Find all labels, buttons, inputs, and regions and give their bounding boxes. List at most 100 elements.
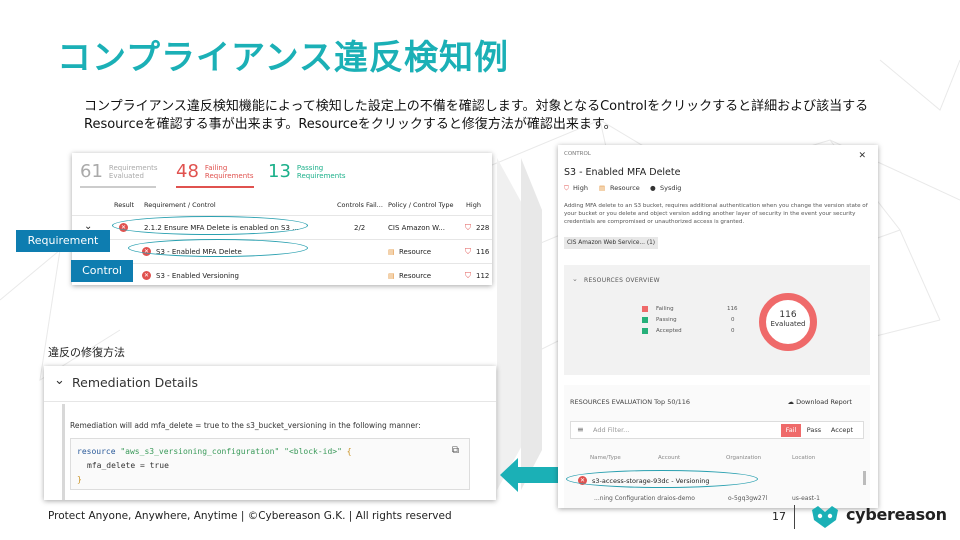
connector-shape bbox=[497, 158, 542, 490]
chevron-down-icon[interactable]: ⌄ bbox=[572, 275, 578, 283]
cybereason-logo-icon bbox=[812, 506, 838, 528]
severity-label: High bbox=[573, 184, 588, 192]
stat-failing[interactable]: 48 Failing Requirements bbox=[176, 161, 254, 182]
code-string: "<block-id>" bbox=[284, 447, 342, 456]
remediation-title[interactable]: Remediation Details bbox=[72, 375, 198, 390]
fail-filter-button[interactable]: Fail bbox=[781, 424, 801, 437]
donut-value: 116 bbox=[779, 310, 797, 320]
control-description: Adding MFA delete to an S3 bucket, requi… bbox=[564, 203, 868, 225]
resource-type-icon: ▤ bbox=[388, 272, 395, 280]
evaluated-label: Requirements bbox=[108, 163, 158, 172]
failing-underline bbox=[176, 186, 254, 188]
stat-passing[interactable]: 13 Passing Requirements bbox=[268, 161, 346, 182]
overview-title: RESOURCES OVERVIEW bbox=[584, 277, 660, 284]
col-severity[interactable]: High bbox=[466, 201, 481, 209]
slide-description: コンプライアンス違反検知機能によって検知した設定上の不備を確認します。対象となる… bbox=[84, 99, 869, 132]
resource-row-name[interactable]: ...ning Configuration draios-demo bbox=[594, 495, 695, 502]
download-label: Download Report bbox=[796, 398, 852, 406]
brand-name: cybereason bbox=[846, 505, 947, 524]
quote-bar bbox=[62, 404, 65, 500]
shield-icon: ⛉ bbox=[465, 223, 471, 232]
table-row[interactable]: ✕ S3 - Enabled Versioning ▤ Resource ⛉ 1… bbox=[72, 263, 492, 285]
remediation-card: ⌄ Remediation Details Remediation will a… bbox=[44, 366, 496, 500]
policy-value: Resource bbox=[399, 248, 432, 256]
copy-icon[interactable]: ⧉ bbox=[452, 445, 459, 456]
scrollbar[interactable] bbox=[863, 471, 866, 485]
legend-swatch-accepted bbox=[642, 328, 648, 334]
col-organization[interactable]: Organization bbox=[726, 455, 761, 461]
divider bbox=[44, 401, 496, 402]
donut-label: Evaluated bbox=[770, 320, 806, 328]
control-detail-panel: CONTROL ✕ S3 - Enabled MFA Delete ⛉ High… bbox=[558, 145, 878, 508]
filter-icon: ≡ bbox=[577, 425, 584, 434]
col-controls-failed[interactable]: Controls Fail... bbox=[337, 201, 383, 209]
shield-icon: ⛉ bbox=[564, 184, 569, 192]
highlight-oval-control bbox=[128, 239, 308, 257]
code-keyword: resource bbox=[77, 447, 116, 456]
legend-label: Passing bbox=[656, 317, 677, 323]
policy-chip[interactable]: CIS Amazon Web Service... (1) bbox=[564, 237, 659, 249]
fail-icon: ✕ bbox=[142, 271, 151, 280]
control-name[interactable]: S3 - Enabled Versioning bbox=[156, 272, 239, 280]
footer-divider bbox=[794, 505, 795, 529]
severity-count: 112 bbox=[476, 272, 490, 280]
failing-label: Failing bbox=[204, 163, 228, 172]
download-report-button[interactable]: ☁ Download Report bbox=[787, 398, 852, 406]
passing-label: Passing bbox=[296, 163, 324, 172]
filter-bar[interactable]: ≡ Add Filter... Fail Pass Accept bbox=[570, 421, 864, 439]
footer-text: Protect Anyone, Anywhere, Anytime | ©Cyb… bbox=[48, 510, 452, 522]
legend-swatch-failing bbox=[642, 306, 648, 312]
user-icon: ● bbox=[650, 184, 656, 192]
policy-value: CIS Amazon W... bbox=[388, 224, 445, 232]
severity-count: 228 bbox=[476, 224, 490, 232]
col-account[interactable]: Account bbox=[658, 455, 680, 461]
resource-row-org: o-5gq3gw27l bbox=[728, 495, 768, 502]
pass-filter-button[interactable]: Pass bbox=[803, 424, 825, 437]
arrow-left-icon bbox=[500, 458, 558, 492]
resources-evaluation: RESOURCES EVALUATION Top 50/116 ☁ Downlo… bbox=[564, 385, 870, 508]
resource-type-icon: ▤ bbox=[388, 248, 395, 256]
policy-value: Resource bbox=[399, 272, 432, 280]
evaluated-donut-chart: 116 Evaluated bbox=[759, 293, 817, 351]
slide-title: コンプライアンス違反検知例 bbox=[57, 38, 509, 78]
code-line: mfa_delete = true bbox=[87, 461, 169, 470]
slide: コンプライアンス違反検知例 コンプライアンス違反検知機能によって検知した設定上の… bbox=[0, 0, 960, 540]
passing-sub: Requirements bbox=[296, 171, 346, 180]
passing-count: 13 bbox=[268, 161, 291, 182]
legend-value: 116 bbox=[727, 306, 738, 312]
resource-row-location: us-east-1 bbox=[792, 495, 820, 502]
requirements-table-card: 61 Requirements Evaluated 48 Failing Requi… bbox=[72, 153, 492, 285]
highlight-oval-resource bbox=[566, 470, 758, 488]
shield-icon: ⛉ bbox=[465, 247, 471, 256]
legend-label: Accepted bbox=[656, 328, 682, 334]
control-title: S3 - Enabled MFA Delete bbox=[564, 167, 681, 178]
cloud-download-icon: ☁ bbox=[787, 398, 794, 406]
resource-type-icon: ▤ bbox=[599, 184, 606, 192]
filter-input[interactable]: Add Filter... bbox=[593, 426, 629, 434]
accept-filter-button[interactable]: Accept bbox=[827, 424, 857, 437]
chevron-down-icon[interactable]: ⌄ bbox=[54, 373, 65, 388]
col-result[interactable]: Result bbox=[114, 201, 134, 209]
col-requirement[interactable]: Requirement / Control bbox=[144, 201, 216, 209]
control-tag: Control bbox=[71, 260, 133, 282]
source-label: Sysdig bbox=[660, 184, 682, 192]
evaluated-sub: Evaluated bbox=[108, 171, 144, 180]
close-icon[interactable]: ✕ bbox=[858, 151, 866, 161]
shield-icon: ⛉ bbox=[465, 271, 471, 280]
stat-evaluated[interactable]: 61 Requirements Evaluated bbox=[80, 161, 158, 182]
legend-label: Failing bbox=[656, 306, 674, 312]
code-block[interactable]: resource "aws_s3_versioning_configuratio… bbox=[70, 438, 470, 490]
requirement-tag: Requirement bbox=[16, 230, 110, 252]
highlight-oval-requirement bbox=[112, 216, 308, 235]
col-name-type[interactable]: Name/Type bbox=[590, 455, 621, 461]
col-policy[interactable]: Policy / Control Type bbox=[388, 201, 454, 209]
page-number: 17 bbox=[772, 510, 786, 523]
col-location[interactable]: Location bbox=[792, 455, 815, 461]
resources-overview: ⌄ RESOURCES OVERVIEW Failing 116 Passing… bbox=[564, 265, 870, 375]
legend-value: 0 bbox=[731, 328, 735, 334]
evaluated-underline bbox=[80, 186, 156, 188]
code-line: } bbox=[77, 475, 82, 484]
code-string: "aws_s3_versioning_configuration" bbox=[120, 447, 280, 456]
legend-swatch-passing bbox=[642, 317, 648, 323]
panel-section-label: CONTROL bbox=[564, 151, 591, 157]
